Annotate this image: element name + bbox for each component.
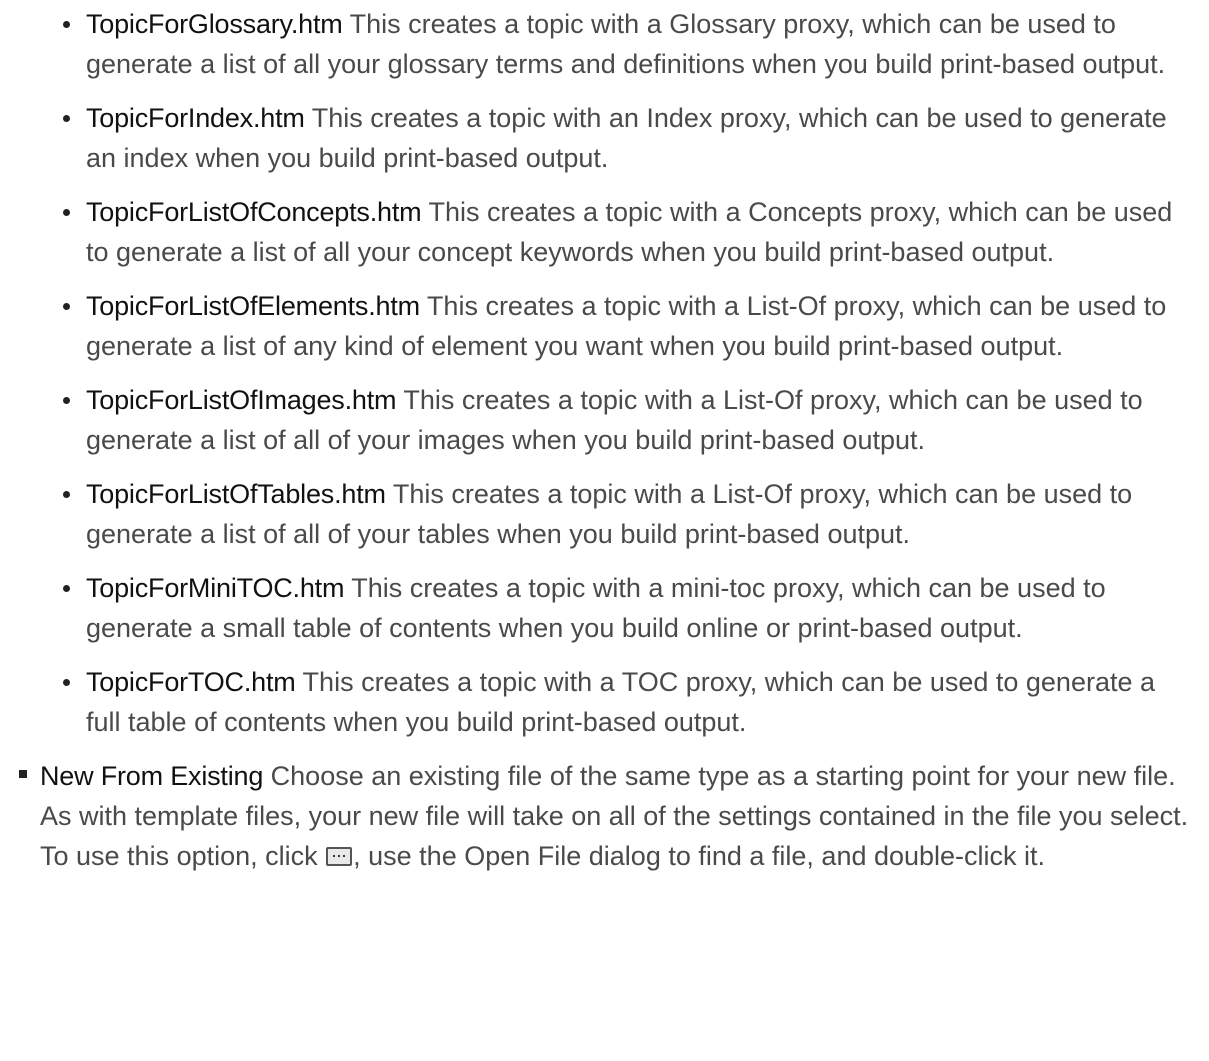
template-name: TopicForListOfElements.htm	[86, 291, 420, 321]
bullet-icon	[63, 679, 70, 686]
template-list: TopicForGlossary.htm This creates a topi…	[0, 4, 1209, 742]
template-name: TopicForIndex.htm	[86, 103, 305, 133]
template-name: TopicForTOC.htm	[86, 667, 296, 697]
template-name: TopicForMiniTOC.htm	[86, 573, 345, 603]
bullet-icon	[63, 397, 70, 404]
option-description-part2: , use the Open File dialog to find a fil…	[353, 841, 1046, 871]
browse-ellipsis-icon	[326, 847, 353, 866]
list-item: TopicForMiniTOC.htm This creates a topic…	[63, 568, 1209, 648]
list-item: TopicForListOfElements.htm This creates …	[63, 286, 1209, 366]
bullet-icon	[63, 21, 70, 28]
template-name: TopicForListOfConcepts.htm	[86, 197, 422, 227]
template-name: TopicForGlossary.htm	[86, 9, 343, 39]
list-item: TopicForGlossary.htm This creates a topi…	[63, 4, 1209, 84]
bullet-icon	[63, 303, 70, 310]
bullet-icon	[63, 115, 70, 122]
list-item: TopicForListOfConcepts.htm This creates …	[63, 192, 1209, 272]
template-name: TopicForListOfImages.htm	[86, 385, 397, 415]
option-new-from-existing: New From Existing Choose an existing fil…	[19, 756, 1209, 876]
square-bullet-icon	[19, 770, 27, 778]
list-item: TopicForTOC.htm This creates a topic wit…	[63, 662, 1209, 742]
list-item: TopicForIndex.htm This creates a topic w…	[63, 98, 1209, 178]
template-name: TopicForListOfTables.htm	[86, 479, 386, 509]
bullet-icon	[63, 491, 70, 498]
bullet-icon	[63, 209, 70, 216]
list-item: TopicForListOfTables.htm This creates a …	[63, 474, 1209, 554]
list-item: TopicForListOfImages.htm This creates a …	[63, 380, 1209, 460]
option-term: New From Existing	[40, 761, 264, 791]
document-page: TopicForGlossary.htm This creates a topi…	[0, 0, 1209, 1061]
option-list: New From Existing Choose an existing fil…	[0, 756, 1209, 876]
bullet-icon	[63, 585, 70, 592]
